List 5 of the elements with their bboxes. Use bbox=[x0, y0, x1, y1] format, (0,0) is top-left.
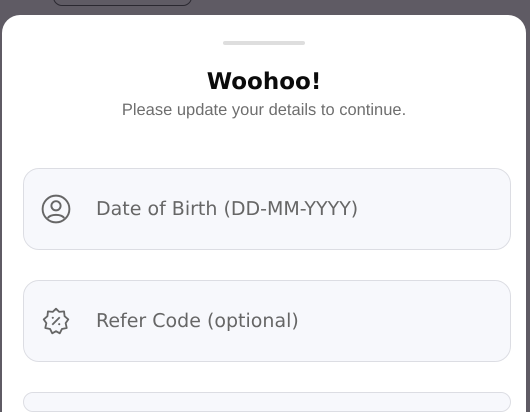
sheet-subtitle: Please update your details to continue. bbox=[122, 101, 406, 120]
drag-handle[interactable] bbox=[223, 41, 305, 45]
input-field[interactable]: Refer Code (optional) bbox=[23, 280, 511, 362]
sheet-title: Woohoo! bbox=[206, 69, 322, 95]
input-field[interactable]: Date of Birth (DD-MM-YYYY) bbox=[23, 168, 511, 250]
